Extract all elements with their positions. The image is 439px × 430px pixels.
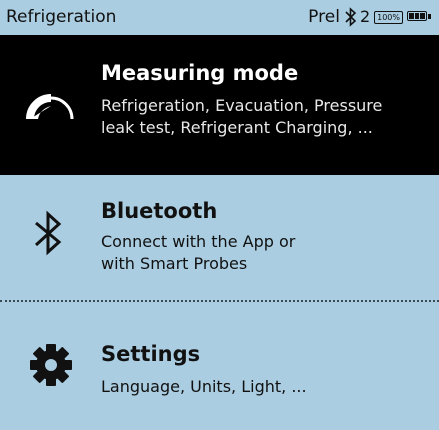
menu-item-title: Measuring mode	[101, 61, 299, 85]
menu-item-title: Bluetooth	[101, 199, 218, 223]
mode-label: Prel	[308, 7, 340, 27]
battery-percent: 100%	[374, 10, 403, 24]
battery-full-icon	[407, 11, 431, 23]
bluetooth-icon	[34, 210, 62, 256]
device-screen: Refrigeration Prel 2 100% Measuring mode…	[0, 0, 439, 430]
menu-item-description: Language, Units, Light, ...	[101, 377, 307, 396]
menu-item-measuring-mode[interactable]: Measuring mode Refrigeration, Evacuation…	[0, 35, 439, 175]
menu-item-title: Settings	[101, 342, 201, 366]
menu-item-description: Refrigeration, Evacuation, Pressure leak…	[101, 96, 383, 137]
gauge-icon	[26, 94, 74, 120]
menu-item-bluetooth[interactable]: Bluetooth Connect with the App or with S…	[0, 175, 439, 300]
bluetooth-count: 2	[359, 7, 371, 26]
menu-item-description: Connect with the App or with Smart Probe…	[101, 232, 296, 273]
status-bar: Refrigeration Prel 2 100%	[0, 0, 439, 34]
bluetooth-icon	[345, 7, 357, 27]
menu-item-settings[interactable]: Settings Language, Units, Light, ...	[0, 302, 439, 430]
gear-icon	[30, 344, 72, 386]
status-indicators: Prel 2 100%	[308, 0, 431, 34]
status-title: Refrigeration	[6, 7, 117, 27]
